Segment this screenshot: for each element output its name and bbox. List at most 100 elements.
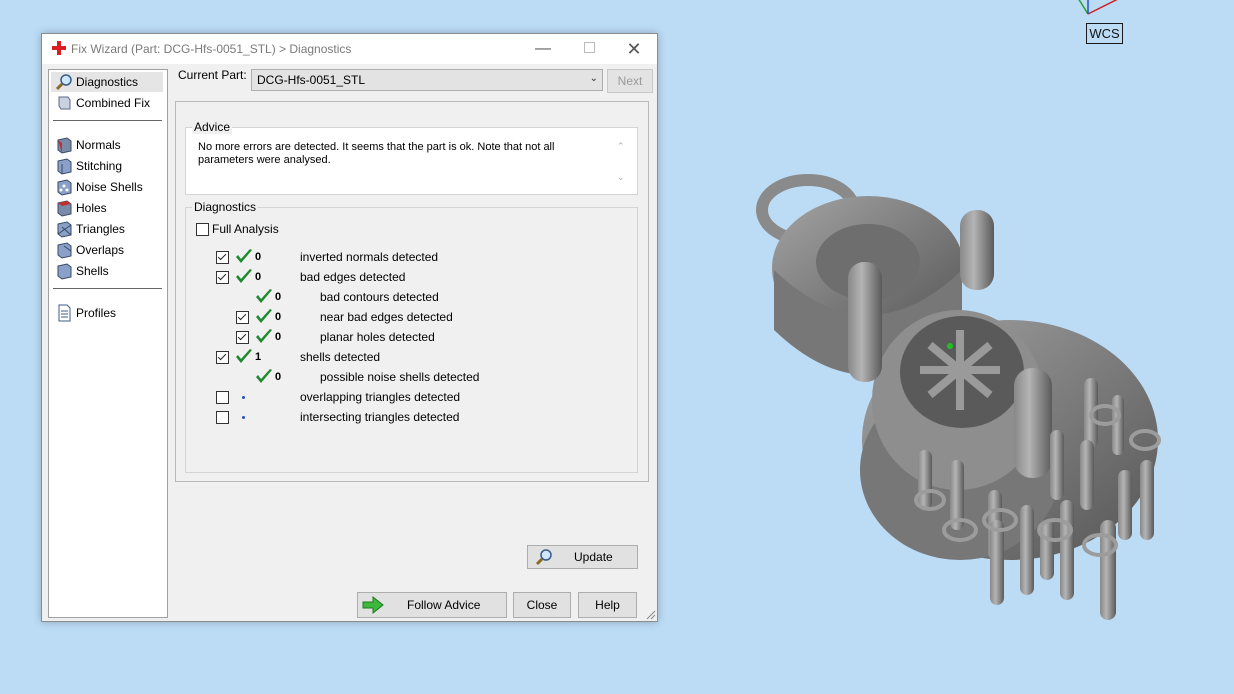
diagnostic-checkbox[interactable]: [216, 271, 229, 284]
diagnostic-row: 0 bad edges detected: [186, 268, 637, 286]
next-button[interactable]: Next: [607, 69, 653, 93]
green-check-icon: [256, 289, 272, 303]
diagnostic-checkbox[interactable]: [236, 331, 249, 344]
normals-icon: [57, 137, 72, 154]
sidebar-item-label: Profiles: [76, 306, 117, 320]
diagnostic-text: overlapping triangles detected: [300, 390, 461, 404]
diagnostic-row: intersecting triangles detected: [186, 408, 637, 426]
minimize-button[interactable]: —: [520, 34, 566, 64]
diagnostics-group: Diagnostics Full Analysis 0 inverted norm…: [185, 200, 638, 569]
scroll-up-icon[interactable]: ⌃: [617, 141, 625, 152]
green-check-icon: [256, 309, 272, 323]
current-part-label: Current Part:: [178, 68, 247, 82]
sidebar-item-label: Stitching: [76, 159, 123, 173]
stitching-icon: [57, 158, 72, 175]
green-check-icon: [236, 269, 252, 283]
diagnostic-checkbox[interactable]: [216, 411, 229, 424]
diagnostic-text: near bad edges detected: [320, 310, 453, 324]
current-part-select[interactable]: DCG-Hfs-0051_STL ⌄: [251, 69, 603, 91]
diagnostic-row: 1 shells detected: [186, 348, 637, 366]
scroll-down-icon[interactable]: ⌄: [617, 172, 625, 183]
update-button[interactable]: Update: [527, 545, 638, 569]
diagnostic-count: 0: [275, 371, 282, 383]
diagnostic-count: 0: [275, 291, 282, 303]
sidebar-item-label: Holes: [76, 201, 107, 215]
green-check-icon: [236, 349, 252, 363]
holes-icon: [57, 200, 72, 217]
noise-shells-icon: [57, 179, 72, 196]
chevron-down-icon: ⌄: [589, 73, 598, 84]
diagnostics-panel: Advice No more errors are detected. It s…: [175, 101, 649, 569]
diagnostic-text: intersecting triangles detected: [300, 410, 460, 424]
diagnostic-row: 0 near bad edges detected: [186, 308, 637, 326]
sidebar-item-combined-fix[interactable]: Combined Fix: [51, 93, 163, 113]
sidebar-item-stitching[interactable]: Stitching: [51, 156, 163, 176]
close-window-button[interactable]: ✕: [611, 34, 657, 64]
sidebar-item-label: Normals: [76, 138, 121, 152]
resize-grip-icon[interactable]: [646, 610, 656, 620]
overlaps-icon: [57, 242, 72, 259]
profiles-icon: [58, 304, 71, 322]
pendant-model: [756, 174, 1161, 620]
sidebar-item-label: Combined Fix: [76, 96, 151, 110]
diagnostics-title: Diagnostics: [192, 200, 259, 214]
combined-fix-icon: [58, 96, 71, 110]
magnifier-icon: [55, 74, 72, 91]
diagnostic-row: 0 inverted normals detected: [186, 248, 637, 266]
green-check-icon: [236, 249, 252, 263]
sidebar-item-label: Diagnostics: [76, 75, 139, 89]
advice-group: Advice No more errors are detected. It s…: [185, 120, 638, 195]
x-axis-line: [1087, 0, 1118, 15]
green-check-icon: [256, 369, 272, 383]
close-button[interactable]: Close: [513, 592, 571, 618]
diagnostic-row: overlapping triangles detected: [186, 388, 637, 406]
sidebar-item-label: Shells: [76, 264, 109, 278]
shells-icon: [57, 263, 72, 280]
diagnostic-row: 0 bad contours detected: [186, 288, 637, 306]
full-analysis-label: Full Analysis: [212, 222, 279, 236]
sidebar-item-normals[interactable]: Normals: [51, 135, 163, 155]
diagnostic-text: bad edges detected: [300, 270, 406, 284]
full-analysis-checkbox[interactable]: [196, 223, 209, 236]
sidebar-item-profiles[interactable]: Profiles: [51, 303, 163, 323]
diagnostic-checkbox[interactable]: [216, 251, 229, 264]
sidebar-item-overlaps[interactable]: Overlaps: [51, 240, 163, 260]
window-title: Fix Wizard (Part: DCG-Hfs-0051_STL) > Di…: [71, 42, 352, 56]
advice-text: No more errors are detected. It seems th…: [198, 141, 555, 166]
follow-advice-label: Follow Advice: [407, 598, 481, 612]
sidebar-item-label: Triangles: [76, 222, 125, 236]
follow-advice-button[interactable]: Follow Advice: [357, 592, 507, 618]
sidebar-divider: [53, 120, 162, 121]
diagnostic-row: 0 planar holes detected: [186, 328, 637, 346]
help-button[interactable]: Help: [578, 592, 637, 618]
green-arrow-icon: [362, 596, 384, 614]
diagnostic-checkbox[interactable]: [216, 391, 229, 404]
fix-wizard-dialog: Fix Wizard (Part: DCG-Hfs-0051_STL) > Di…: [41, 33, 658, 622]
sidebar: Diagnostics Combined Fix Normals Stitchi…: [48, 69, 168, 618]
diagnostic-count: 0: [275, 331, 282, 343]
diagnostic-checkbox[interactable]: [216, 351, 229, 364]
y-axis-line: [1078, 0, 1089, 15]
diagnostic-text: planar holes detected: [320, 330, 435, 344]
diagnostic-count: 0: [275, 311, 282, 323]
sidebar-item-diagnostics[interactable]: Diagnostics: [51, 72, 163, 92]
wcs-label: WCS: [1086, 23, 1123, 44]
sidebar-item-holes[interactable]: Holes: [51, 198, 163, 218]
diagnostic-text: shells detected: [300, 350, 381, 364]
sidebar-divider: [53, 288, 162, 289]
sidebar-item-shells[interactable]: Shells: [51, 261, 163, 281]
sidebar-item-triangles[interactable]: Triangles: [51, 219, 163, 239]
diagnostic-row: 0 possible noise shells detected: [186, 368, 637, 386]
diagnostic-checkbox[interactable]: [236, 311, 249, 324]
diagnostic-count: 0: [255, 271, 262, 283]
diagnostic-text: bad contours detected: [320, 290, 439, 304]
sidebar-item-noise-shells[interactable]: Noise Shells: [51, 177, 163, 197]
triangles-icon: [57, 221, 72, 238]
maximize-button[interactable]: [566, 34, 612, 64]
green-check-icon: [256, 329, 272, 343]
app-cross-icon: [52, 41, 66, 55]
pending-dot-icon: [242, 416, 245, 419]
advice-title: Advice: [192, 120, 233, 134]
title-bar[interactable]: Fix Wizard (Part: DCG-Hfs-0051_STL) > Di…: [42, 34, 657, 64]
current-part-value: DCG-Hfs-0051_STL: [257, 73, 366, 87]
